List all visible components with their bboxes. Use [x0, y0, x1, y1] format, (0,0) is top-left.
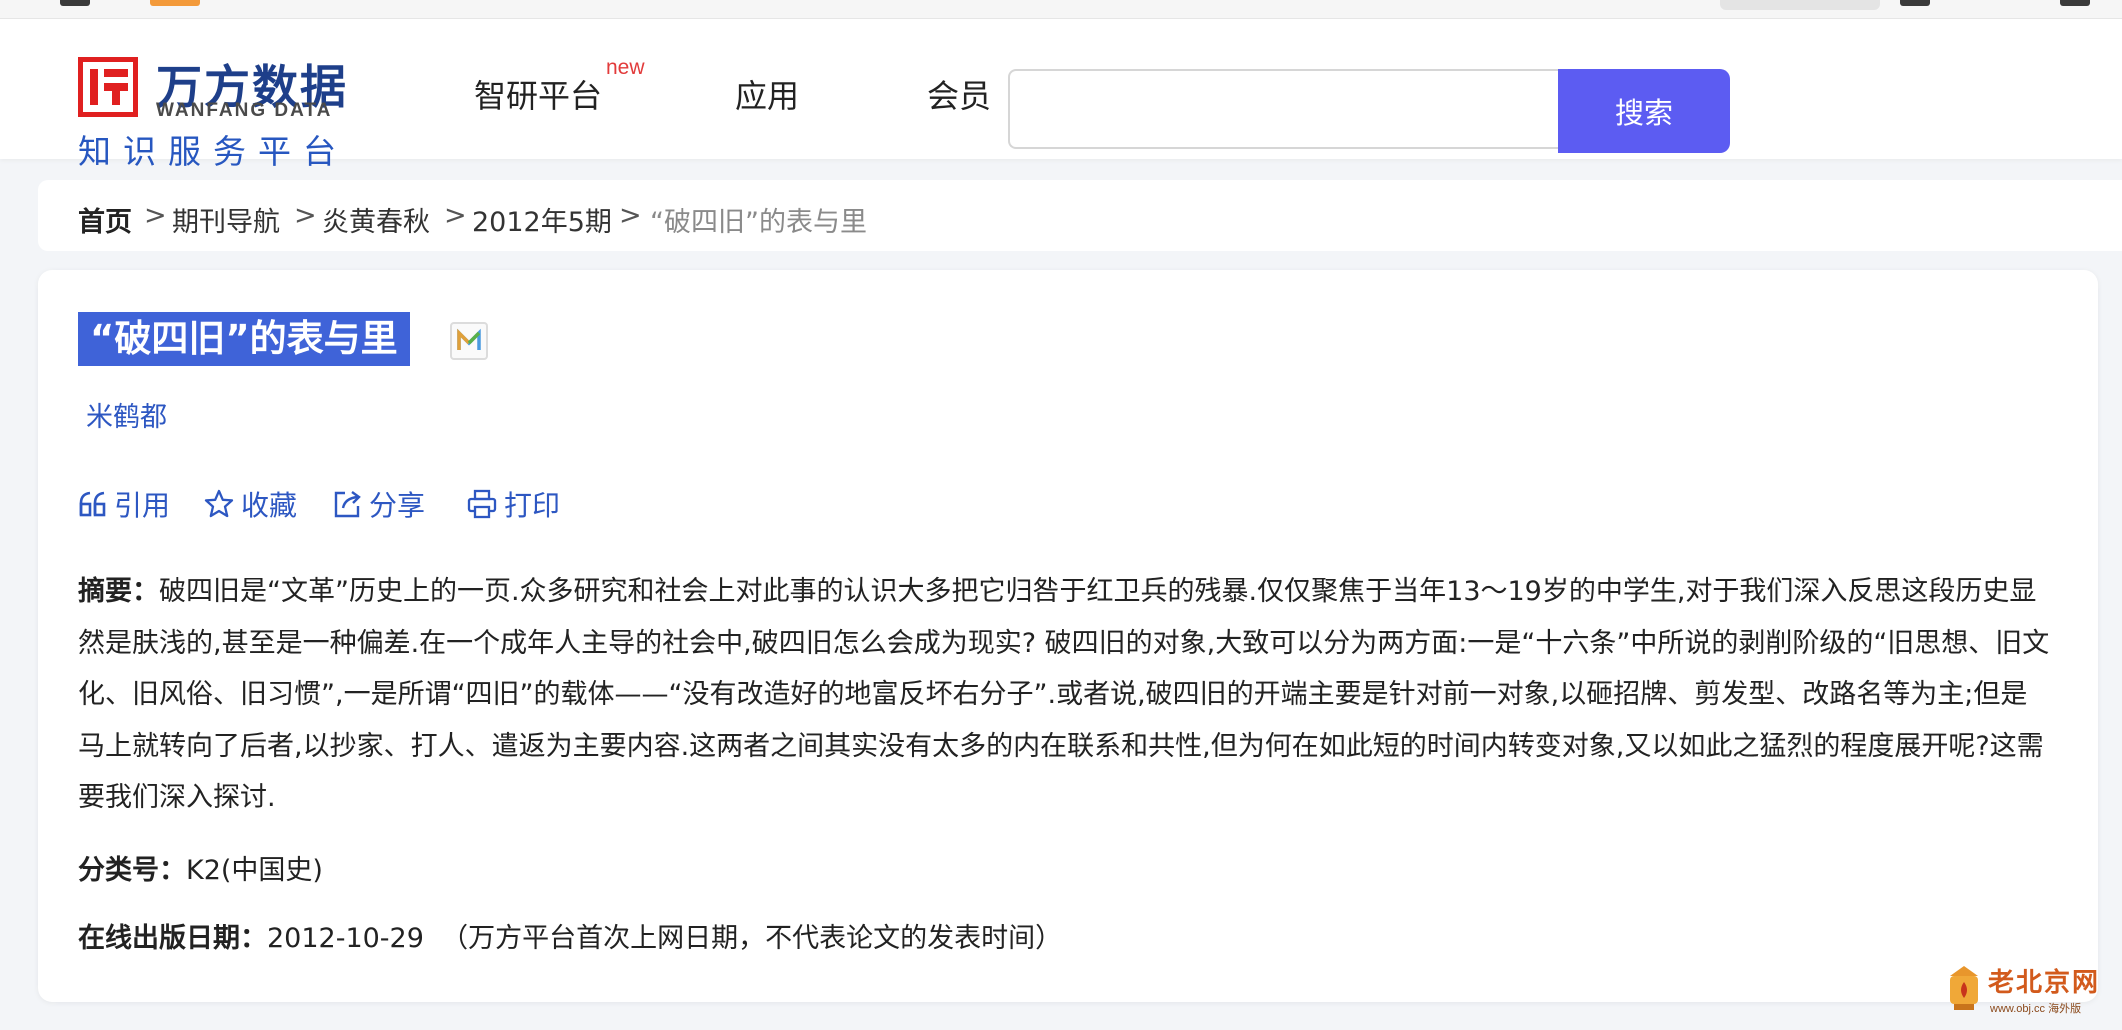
wanfang-logo[interactable]: 万方数据 WANFANG DATA 知识服务平台: [78, 39, 348, 171]
breadcrumb-home[interactable]: 首页: [78, 200, 132, 239]
nav-apps[interactable]: 应用: [735, 71, 799, 117]
watermark-url: www.obj.cc 海外版: [1990, 1003, 2082, 1015]
wanfang-logo-mark-icon: [78, 57, 138, 117]
favorite-label: 收藏: [241, 489, 298, 522]
logo-slogan: 知识服务平台: [78, 132, 348, 171]
online-date-label: 在线出版日期：: [78, 923, 267, 954]
article-abstract: 摘要：破四旧是“文革”历史上的一页.众多研究和社会上对此事的认识大多把它归咎于红…: [78, 566, 2050, 824]
abstract-label: 摘要：: [78, 576, 159, 607]
share-button[interactable]: 分享: [331, 484, 425, 524]
cite-label: 引用: [114, 489, 171, 522]
article-author[interactable]: 米鹤都: [86, 395, 167, 434]
share-label: 分享: [369, 489, 426, 522]
breadcrumb-journal-nav[interactable]: 期刊导航: [172, 200, 280, 239]
share-icon: [334, 491, 361, 518]
lantern-icon: [1950, 966, 1978, 1010]
breadcrumb-separator: >: [619, 200, 642, 231]
printer-icon: [467, 489, 497, 519]
print-label: 打印: [504, 489, 561, 522]
nav-zhiyan-platform[interactable]: 智研平台: [474, 71, 602, 117]
nav-member[interactable]: 会员: [927, 71, 991, 117]
breadcrumb: 首页 > 期刊导航 > 炎黄春秋 > 2012年5期 > “破四旧”的表与里: [38, 180, 2122, 251]
classification-label: 分类号：: [78, 855, 186, 886]
search-button[interactable]: 搜索: [1558, 69, 1730, 153]
nav-new-badge: new: [606, 56, 645, 79]
classification-value: K2(中国史): [186, 855, 323, 886]
breadcrumb-separator: >: [444, 200, 467, 231]
breadcrumb-issue[interactable]: 2012年5期: [472, 200, 612, 239]
browser-top-strip: [0, 0, 2122, 19]
search-input[interactable]: [1008, 69, 1560, 149]
breadcrumb-separator: >: [294, 200, 317, 231]
logo-name-en: WANFANG DATA: [156, 100, 333, 121]
breadcrumb-separator: >: [144, 200, 167, 231]
online-date-note: （万方平台首次上网日期，不代表论文的发表时间）: [441, 923, 1063, 954]
breadcrumb-journal[interactable]: 炎黄春秋: [322, 200, 430, 239]
article-title: “破四旧”的表与里: [78, 312, 410, 366]
breadcrumb-current: “破四旧”的表与里: [650, 207, 867, 238]
favorite-button[interactable]: 收藏: [203, 484, 297, 524]
cite-button[interactable]: 引用: [78, 484, 170, 524]
watermark: 老北京网 www.obj.cc 海外版: [1944, 962, 2104, 1018]
print-button[interactable]: 打印: [466, 484, 560, 524]
star-icon: [204, 489, 234, 518]
quote-icon: [79, 491, 106, 517]
watermark-text: 老北京网: [1988, 968, 2101, 998]
online-date-value: 2012-10-29: [267, 923, 424, 954]
classification-row: 分类号：K2(中国史): [78, 848, 323, 887]
online-date-row: 在线出版日期：2012-10-29 （万方平台首次上网日期，不代表论文的发表时间…: [78, 916, 1062, 955]
m-badge-icon: [450, 322, 488, 360]
abstract-text: 破四旧是“文革”历史上的一页.众多研究和社会上对此事的认识大多把它归咎于红卫兵的…: [78, 576, 2050, 813]
site-header: 万方数据 WANFANG DATA 知识服务平台 智研平台 new 应用 会员 …: [0, 19, 2122, 171]
